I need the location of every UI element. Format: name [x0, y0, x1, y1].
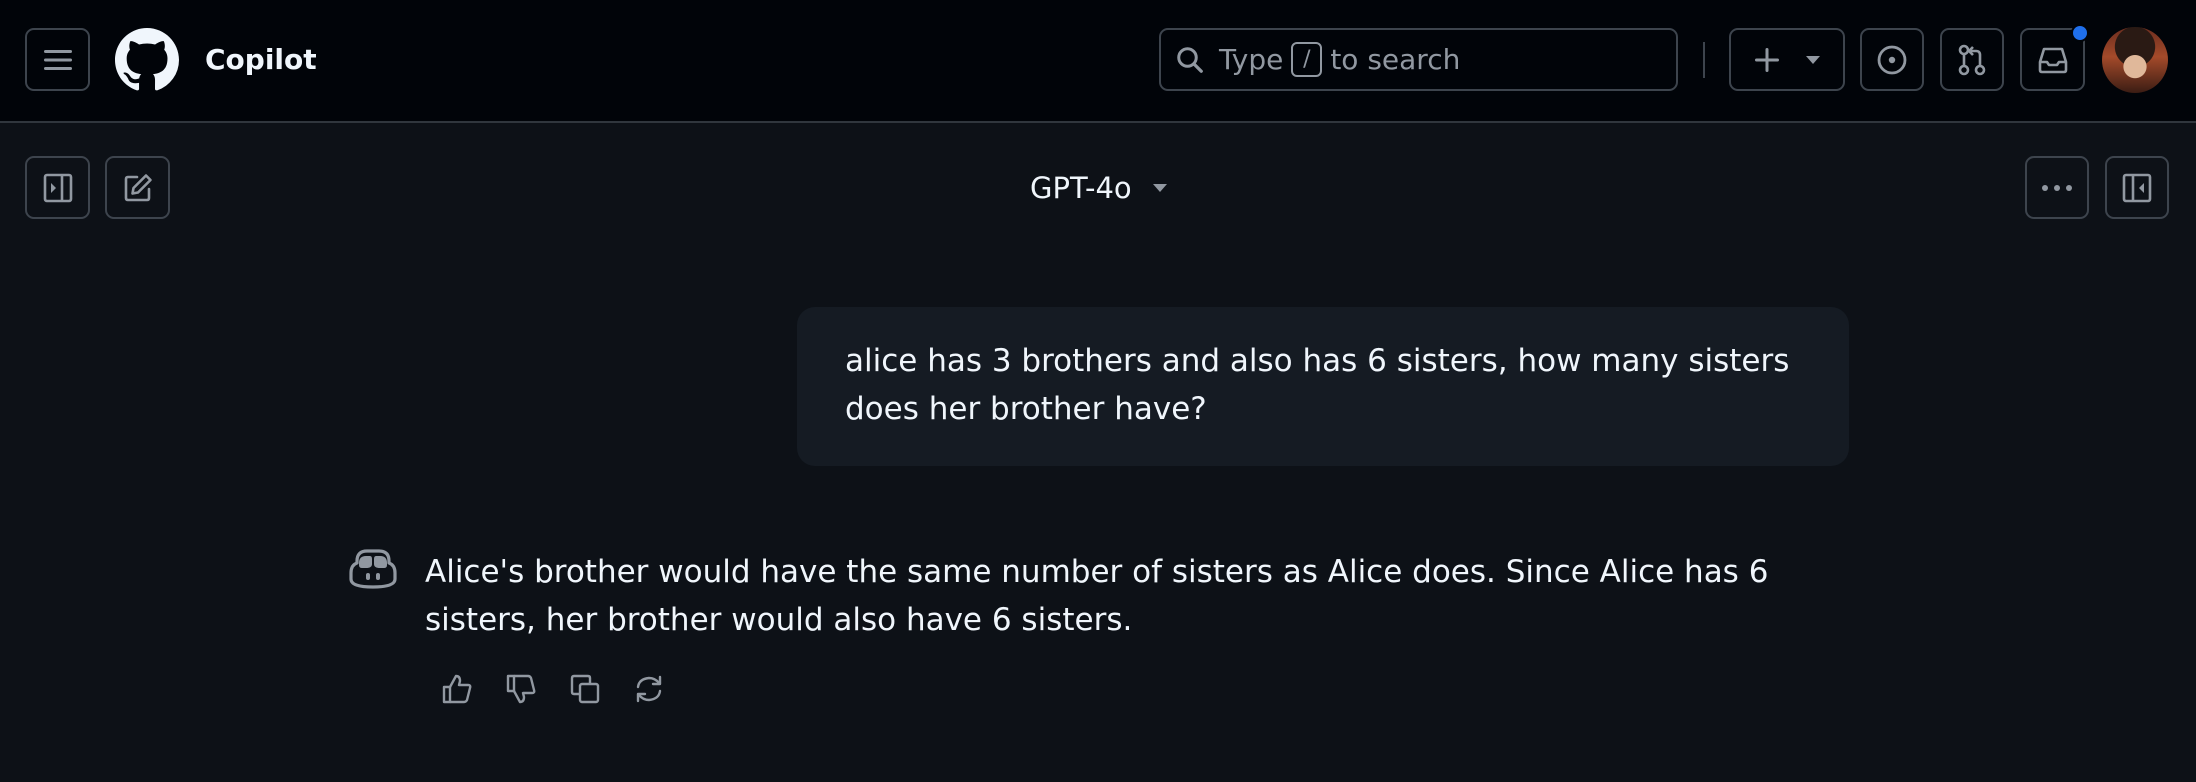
search-icon — [1177, 46, 1203, 73]
sidebar-collapse-icon — [2122, 173, 2152, 202]
pencil-square-icon — [124, 173, 152, 201]
plus-icon — [1754, 47, 1779, 72]
inbox-icon — [2038, 47, 2067, 73]
search-input[interactable]: Type / to search — [1159, 28, 1678, 91]
page-title[interactable]: Copilot — [205, 40, 317, 80]
new-conversation-button[interactable] — [105, 156, 170, 219]
copy-icon — [570, 674, 600, 704]
git-pull-request-icon — [1958, 44, 1986, 75]
triangle-down-icon — [1805, 55, 1820, 64]
toggle-panel-button[interactable] — [2105, 156, 2169, 219]
unread-notification-indicator — [2071, 24, 2089, 42]
search-placeholder-suffix: to search — [1330, 43, 1461, 76]
conversation-options-button[interactable] — [2025, 156, 2089, 219]
search-placeholder-prefix: Type — [1219, 43, 1284, 76]
kebab-horizontal-icon — [2042, 184, 2072, 191]
search-shortcut-key: / — [1291, 42, 1323, 77]
assistant-message: Alice's brother would have the same numb… — [425, 554, 1769, 638]
thumbs-down-icon — [506, 674, 536, 704]
open-global-navigation-button[interactable] — [25, 28, 90, 91]
thumbs-up-button[interactable] — [440, 672, 474, 706]
regenerate-button[interactable] — [632, 672, 666, 706]
create-new-button[interactable] — [1729, 28, 1845, 91]
model-picker[interactable]: GPT-4o — [1030, 168, 1168, 208]
message-actions — [440, 672, 666, 706]
user-avatar[interactable] — [2102, 27, 2168, 93]
open-sidebar-button[interactable] — [25, 156, 90, 219]
model-name: GPT-4o — [1030, 171, 1132, 205]
triangle-down-icon — [1152, 184, 1167, 192]
copy-button[interactable] — [568, 672, 602, 706]
issue-opened-icon — [1877, 45, 1907, 74]
copilot-icon — [349, 549, 397, 589]
sync-icon — [636, 675, 662, 703]
thumbs-up-icon — [442, 674, 472, 704]
user-message: alice has 3 brothers and also has 6 sist… — [797, 307, 1849, 466]
github-logo[interactable] — [115, 28, 179, 92]
hamburger-icon — [43, 49, 72, 70]
global-header: Copilot Type / to search — [0, 0, 2196, 123]
thumbs-down-button[interactable] — [504, 672, 538, 706]
header-divider — [1703, 42, 1705, 78]
sidebar-expand-icon — [43, 173, 72, 202]
your-pull-requests-button[interactable] — [1940, 28, 2004, 91]
your-issues-button[interactable] — [1860, 28, 1924, 91]
